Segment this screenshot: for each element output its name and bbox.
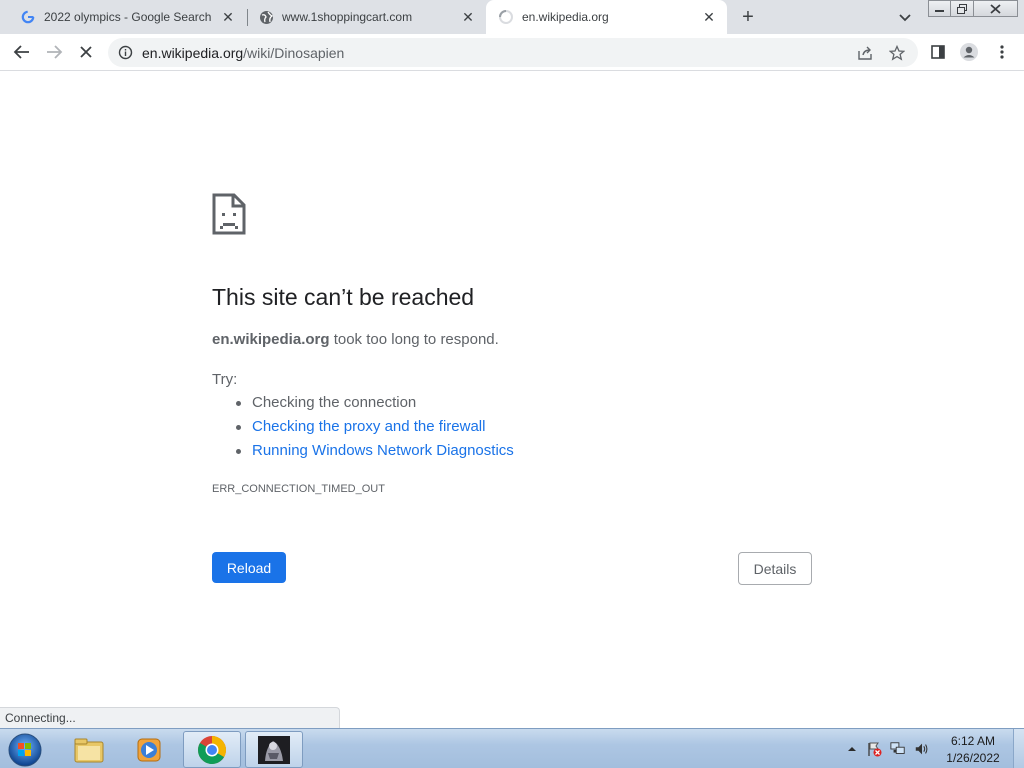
sad-page-icon: [211, 193, 247, 235]
start-button[interactable]: [6, 731, 44, 767]
media-player-icon[interactable]: [120, 731, 178, 768]
error-host: en.wikipedia.org: [212, 331, 330, 348]
share-icon[interactable]: [857, 45, 873, 61]
url-text: en.wikipedia.org/wiki/Dinosapien: [142, 45, 344, 61]
error-code: ERR_CONNECTION_TIMED_OUT: [212, 483, 385, 495]
suggestion-list: Checking the connection Checking the pro…: [234, 394, 514, 466]
minimize-button[interactable]: [928, 0, 951, 17]
image-thumbnail-icon[interactable]: [245, 731, 303, 768]
close-tab-icon[interactable]: ✕: [460, 9, 476, 25]
volume-icon[interactable]: [914, 741, 930, 757]
tab-1shoppingcart[interactable]: www.1shoppingcart.com ✕: [238, 0, 486, 34]
chrome-icon[interactable]: [183, 731, 241, 768]
error-title: This site can’t be reached: [212, 284, 475, 310]
clock-date: 1/26/2022: [946, 751, 1000, 765]
bookmark-star-icon[interactable]: [888, 44, 906, 61]
reload-button[interactable]: Reload: [212, 552, 286, 583]
google-icon: [20, 9, 36, 25]
suggestion-check-proxy-link[interactable]: Checking the proxy and the firewall: [234, 418, 514, 442]
tab-wikipedia[interactable]: en.wikipedia.org ✕: [486, 0, 727, 34]
error-description: en.wikipedia.org took too long to respon…: [212, 331, 499, 348]
show-hidden-icons-arrow-icon[interactable]: [844, 741, 860, 757]
suggestion-check-connection: Checking the connection: [234, 394, 514, 418]
tab-title: en.wikipedia.org: [522, 10, 609, 24]
details-button[interactable]: Details: [738, 552, 812, 585]
close-tab-icon[interactable]: ✕: [220, 9, 236, 25]
side-panel-icon[interactable]: [928, 42, 948, 62]
url-path: /wiki/Dinosapien: [243, 45, 345, 61]
windows-taskbar: 6:12 AM 1/26/2022: [0, 728, 1024, 768]
window-controls: [928, 0, 1018, 18]
show-desktop-button[interactable]: [1013, 729, 1024, 768]
tab-search-chevron-icon[interactable]: [896, 8, 914, 26]
restore-button[interactable]: [951, 0, 974, 17]
address-bar[interactable]: en.wikipedia.org/wiki/Dinosapien: [108, 38, 918, 67]
globe-icon: [258, 9, 274, 25]
error-message: took too long to respond.: [329, 331, 499, 348]
browser-toolbar: en.wikipedia.org/wiki/Dinosapien: [0, 34, 1024, 71]
close-window-button[interactable]: [974, 0, 1018, 17]
page-content: This site can’t be reached en.wikipedia.…: [0, 72, 1024, 728]
system-clock[interactable]: 6:12 AM 1/26/2022: [938, 733, 1008, 767]
screen: 2022 olympics - Google Search ✕ www.1sho…: [0, 0, 1024, 768]
url-host: en.wikipedia.org: [142, 45, 244, 61]
forward-arrow-icon[interactable]: [44, 42, 64, 62]
tab-title: www.1shoppingcart.com: [282, 10, 413, 24]
back-arrow-icon[interactable]: [12, 42, 32, 62]
more-menu-icon[interactable]: [992, 42, 1012, 62]
loading-spinner-icon: [498, 9, 514, 25]
profile-avatar-icon[interactable]: [959, 42, 979, 62]
status-bubble: Connecting...: [0, 707, 340, 728]
site-info-icon[interactable]: [118, 45, 133, 60]
tab-strip: 2022 olympics - Google Search ✕ www.1sho…: [0, 0, 1024, 34]
new-tab-button[interactable]: +: [737, 6, 759, 28]
try-label: Try:: [212, 371, 238, 388]
close-tab-icon[interactable]: ✕: [701, 9, 717, 25]
suggestion-network-diagnostics-link[interactable]: Running Windows Network Diagnostics: [234, 442, 514, 466]
network-icon[interactable]: [890, 741, 906, 757]
windows-explorer-icon[interactable]: [60, 731, 118, 768]
tab-google-search[interactable]: 2022 olympics - Google Search ✕: [0, 0, 246, 34]
tab-title: 2022 olympics - Google Search: [44, 10, 212, 24]
action-center-flag-icon[interactable]: [866, 741, 882, 757]
clock-time: 6:12 AM: [950, 734, 996, 748]
stop-loading-icon[interactable]: [76, 42, 96, 62]
